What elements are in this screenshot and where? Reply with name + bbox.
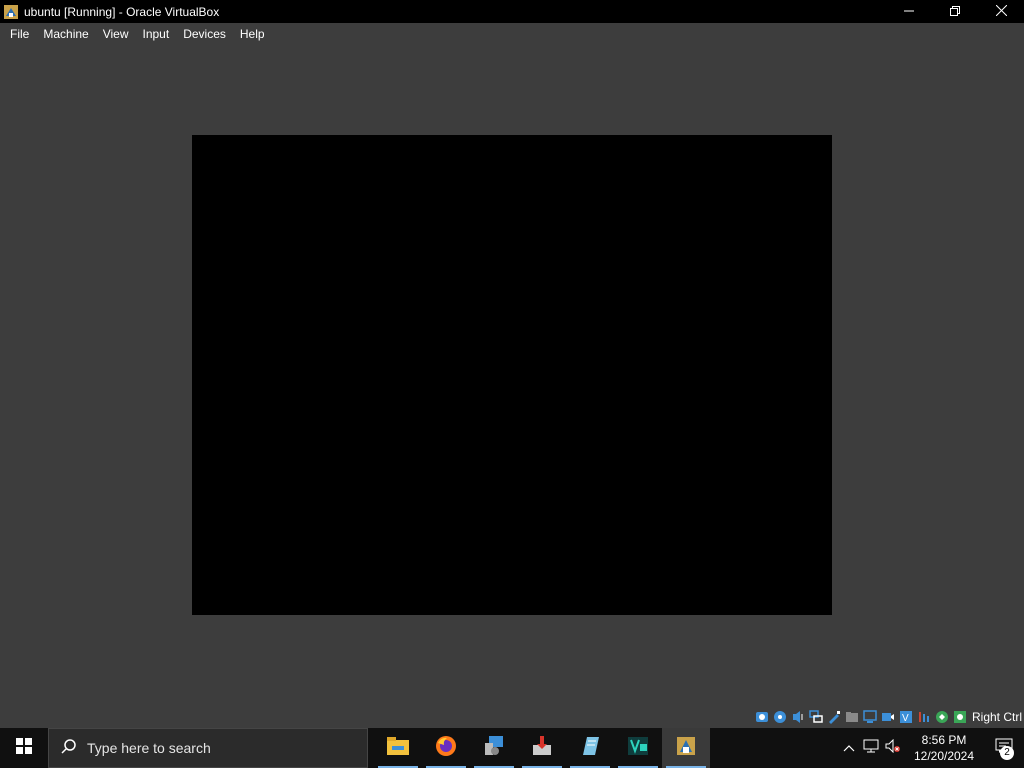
restore-icon (950, 3, 960, 21)
action-center-button[interactable]: 2 (984, 728, 1024, 768)
vt-x-icon[interactable]: V (899, 710, 914, 725)
taskbar-app-firefox[interactable] (422, 728, 470, 768)
minimize-button[interactable] (886, 0, 932, 23)
clock-time: 8:56 PM (921, 733, 967, 747)
clock-date: 12/20/2024 (913, 749, 975, 763)
taskbar-app-device-manager[interactable] (470, 728, 518, 768)
close-icon (995, 3, 1007, 21)
restore-button[interactable] (932, 0, 978, 23)
taskbar: Type here to search 8:56 PM 12/20/2024 2 (0, 728, 1024, 768)
audio-icon[interactable] (791, 710, 806, 725)
menu-view[interactable]: View (96, 23, 136, 45)
device-manager-icon (483, 735, 505, 762)
visual-studio-icon (627, 735, 649, 762)
installer-icon (531, 735, 553, 762)
virtualbox-icon (675, 735, 697, 762)
network-tray-button[interactable] (860, 728, 882, 768)
vm-status-bar: V Right Ctrl (755, 706, 1024, 728)
notification-count-badge: 2 (1000, 746, 1014, 760)
volume-tray-button[interactable] (882, 728, 904, 768)
show-hidden-icons-button[interactable] (838, 728, 860, 768)
menu-help[interactable]: Help (233, 23, 272, 45)
menu-bar: File Machine View Input Devices Help (0, 23, 1024, 45)
vm-display[interactable] (192, 135, 832, 615)
window-titlebar[interactable]: ubuntu [Running] - Oracle VirtualBox (0, 0, 1024, 23)
start-button[interactable] (0, 728, 48, 768)
notepad-icon (579, 735, 601, 762)
minimize-icon (904, 3, 914, 21)
menu-machine[interactable]: Machine (36, 23, 95, 45)
taskbar-app-virtualbox[interactable] (662, 728, 710, 768)
file-explorer-icon (387, 736, 409, 760)
search-icon (61, 738, 77, 759)
menu-input[interactable]: Input (136, 23, 177, 45)
menu-file[interactable]: File (3, 23, 36, 45)
virtualbox-icon (3, 4, 19, 20)
search-placeholder: Type here to search (87, 740, 211, 756)
close-button[interactable] (978, 0, 1024, 23)
windows-logo-icon (16, 737, 32, 759)
taskbar-app-installer[interactable] (518, 728, 566, 768)
taskbar-app-notepad[interactable] (566, 728, 614, 768)
volume-muted-icon (885, 738, 901, 758)
network-icon (863, 739, 879, 758)
taskbar-app-file-explorer[interactable] (374, 728, 422, 768)
system-tray: 8:56 PM 12/20/2024 2 (838, 728, 1024, 768)
menu-devices[interactable]: Devices (176, 23, 233, 45)
taskbar-clock[interactable]: 8:56 PM 12/20/2024 (910, 732, 978, 764)
window-title: ubuntu [Running] - Oracle VirtualBox (24, 4, 220, 19)
chevron-up-icon (843, 739, 855, 757)
mouse-integration-icon[interactable] (935, 710, 950, 725)
optical-drive-icon[interactable] (773, 710, 788, 725)
display-icon[interactable] (863, 710, 878, 725)
taskbar-app-visual-studio[interactable] (614, 728, 662, 768)
firefox-icon (435, 735, 457, 762)
taskbar-search[interactable]: Type here to search (48, 728, 368, 768)
svg-text:V: V (902, 713, 909, 724)
host-key-label: Right Ctrl (971, 710, 1022, 724)
recording-icon[interactable] (881, 710, 896, 725)
hard-disk-icon[interactable] (755, 710, 770, 725)
usb-icon[interactable] (827, 710, 842, 725)
cpu-icon[interactable] (917, 710, 932, 725)
network-icon[interactable] (809, 710, 824, 725)
keyboard-capture-icon[interactable] (953, 710, 968, 725)
shared-folders-icon[interactable] (845, 710, 860, 725)
